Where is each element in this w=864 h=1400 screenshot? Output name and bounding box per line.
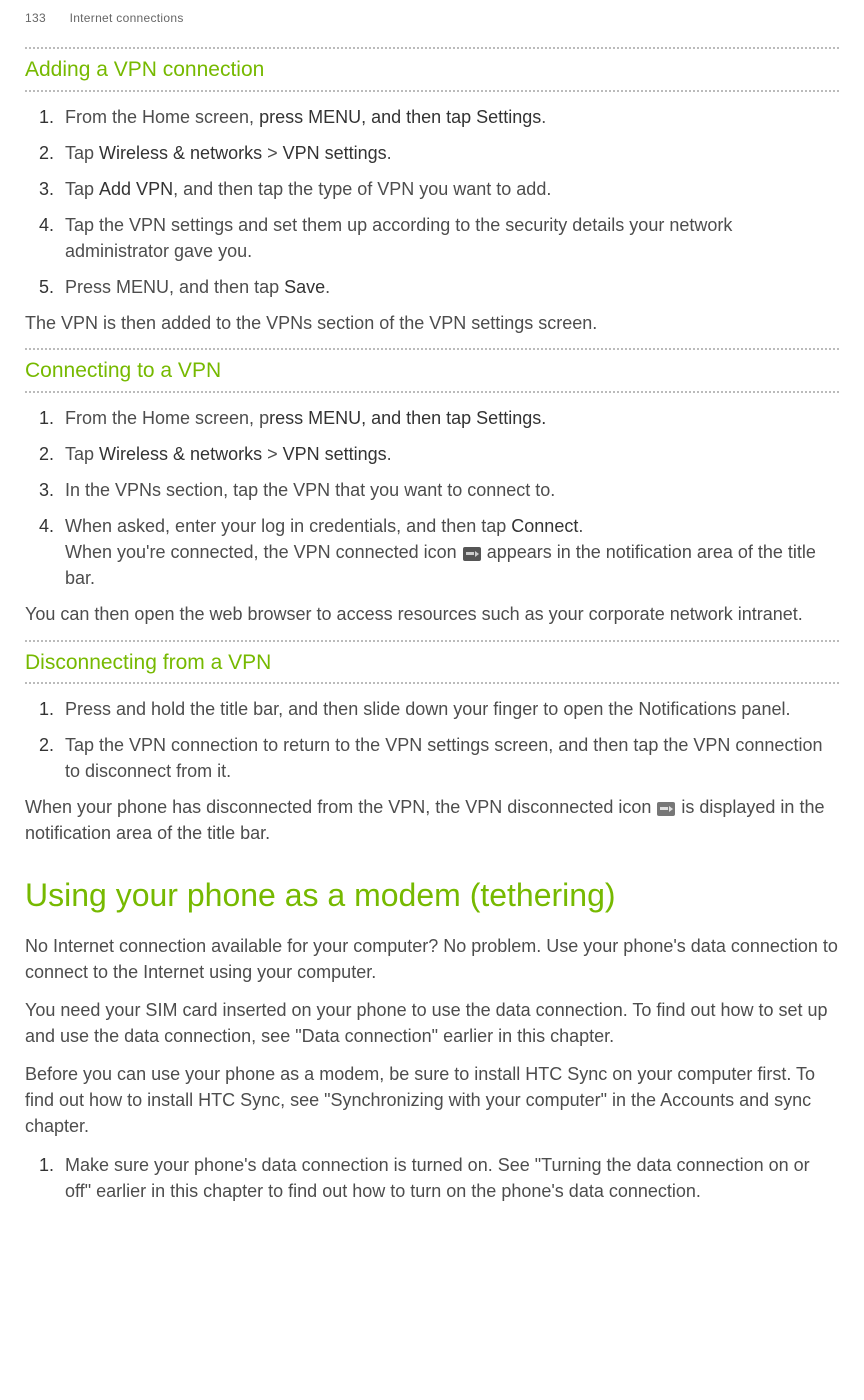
paragraph: Before you can use your phone as a modem… [25, 1061, 839, 1139]
list-connecting-vpn: From the Home screen, press MENU, and th… [25, 405, 839, 592]
text: When your phone has disconnected from th… [25, 797, 656, 817]
text: Tap [65, 143, 99, 163]
vpn-connected-icon [463, 547, 481, 561]
text: , and then tap the type of VPN you want … [173, 179, 551, 199]
list-item: Tap Wireless & networks > VPN settings. [65, 441, 839, 467]
text: > [262, 143, 283, 163]
text: Tap [65, 444, 99, 464]
paragraph: When your phone has disconnected from th… [25, 794, 839, 846]
list-item: From the Home screen, press MENU, and th… [65, 104, 839, 130]
list-item: Press and hold the title bar, and then s… [65, 696, 839, 722]
list-item: In the VPNs section, tap the VPN that yo… [65, 477, 839, 503]
list-tethering: Make sure your phone's data connection i… [25, 1152, 839, 1204]
text: From the Home screen, p [65, 408, 269, 428]
text: Make sure your phone's data connection i… [65, 1155, 810, 1201]
text: > [262, 444, 283, 464]
list-item: From the Home screen, press MENU, and th… [65, 405, 839, 431]
text: . [387, 444, 392, 464]
page-number: 133 [25, 11, 46, 25]
list-item: Tap the VPN settings and set them up acc… [65, 212, 839, 264]
text: Tap the VPN settings and set them up acc… [65, 215, 732, 261]
heading-tethering: Using your phone as a modem (tethering) [25, 876, 839, 914]
text: Tap [65, 179, 99, 199]
text: In the VPNs section, tap the VPN that yo… [65, 480, 555, 500]
text: Tap the VPN connection to return to the … [65, 735, 822, 781]
text-strong: Add VPN [99, 179, 173, 199]
list-disconnecting-vpn: Press and hold the title bar, and then s… [25, 696, 839, 784]
text: . [541, 107, 546, 127]
text-strong: VPN settings [283, 444, 387, 464]
text: . [578, 516, 583, 536]
heading-connecting-vpn: Connecting to a VPN [25, 348, 839, 392]
text-strong: Wireless & networks [99, 143, 262, 163]
page-header: 133 Internet connections [25, 10, 839, 27]
text: . [387, 143, 392, 163]
paragraph: The VPN is then added to the VPNs sectio… [25, 310, 839, 336]
vpn-disconnected-icon [657, 802, 675, 816]
list-item: When asked, enter your log in credential… [65, 513, 839, 591]
text: Press MENU, and then tap [65, 277, 284, 297]
text: When you're connected, the VPN connected… [65, 542, 462, 562]
text: . [325, 277, 330, 297]
list-item: Make sure your phone's data connection i… [65, 1152, 839, 1204]
list-item: Tap Wireless & networks > VPN settings. [65, 140, 839, 166]
list-item: Press MENU, and then tap Save. [65, 274, 839, 300]
text: From the Home screen, [65, 107, 259, 127]
heading-adding-vpn: Adding a VPN connection [25, 47, 839, 91]
list-adding-vpn: From the Home screen, press MENU, and th… [25, 104, 839, 301]
list-item: Tap the VPN connection to return to the … [65, 732, 839, 784]
text-strong: Connect [511, 516, 578, 536]
heading-disconnecting-vpn: Disconnecting from a VPN [25, 640, 839, 684]
text-strong: ress MENU, and then tap Settings. [269, 408, 546, 428]
paragraph: You can then open the web browser to acc… [25, 601, 839, 627]
text-strong: Wireless & networks [99, 444, 262, 464]
text: Press and hold the title bar, and then s… [65, 699, 790, 719]
text-strong: press MENU, and then tap Settings [259, 107, 541, 127]
running-title: Internet connections [70, 11, 184, 25]
paragraph: You need your SIM card inserted on your … [25, 997, 839, 1049]
text-strong: VPN settings [283, 143, 387, 163]
text-strong: Save [284, 277, 325, 297]
text: When asked, enter your log in credential… [65, 516, 511, 536]
list-item: Tap Add VPN, and then tap the type of VP… [65, 176, 839, 202]
paragraph: No Internet connection available for you… [25, 933, 839, 985]
